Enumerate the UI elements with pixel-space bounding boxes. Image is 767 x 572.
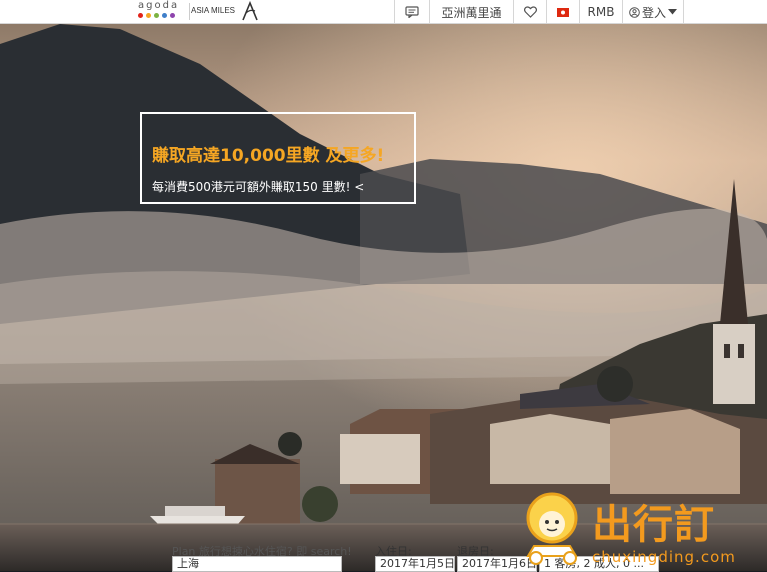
login-button[interactable]: 登入 — [622, 0, 684, 24]
agoda-logo-dots — [138, 13, 184, 18]
language-button[interactable] — [546, 0, 579, 24]
checkin-date-input[interactable]: 2017年1月5日 — [375, 556, 455, 572]
favorites-button[interactable] — [513, 0, 546, 24]
logo-divider — [189, 3, 190, 20]
mascot-logo-icon — [526, 492, 578, 565]
agoda-logo-text: agoda — [138, 0, 180, 11]
asia-miles-logo-icon — [242, 1, 258, 21]
messages-button[interactable] — [394, 0, 429, 24]
top-nav: 亞洲萬里通 RMB 登入 — [394, 0, 684, 24]
chevron-down-icon — [668, 9, 677, 15]
watermark: 出行訂 chuxingding.com — [520, 490, 767, 571]
login-label: 登入 — [641, 5, 666, 20]
watermark-url-text: chuxingding.com — [592, 548, 736, 566]
chat-icon — [405, 6, 419, 18]
promo-subtitle: 每消費500港元可額外賺取150 里數! < — [152, 180, 365, 194]
agoda-logo[interactable]: agoda — [138, 1, 184, 21]
promo-title: 賺取高達10,000里數 及更多! — [152, 146, 385, 166]
destination-input[interactable]: 上海 — [172, 556, 342, 572]
watermark-chinese-text: 出行訂 — [592, 502, 715, 548]
currency-button[interactable]: RMB — [579, 0, 622, 24]
user-icon — [629, 6, 640, 18]
heart-icon — [523, 6, 537, 18]
hero-background — [0, 24, 767, 571]
asia-miles-logo-text: ASIA MILES — [191, 6, 236, 15]
hong-kong-flag-icon — [557, 7, 569, 17]
top-bar: agoda ASIA MILES 亞洲萬里通 RMB 登入 — [0, 0, 767, 24]
promo-banner[interactable]: 賺取高達10,000里數 及更多! 每消費500港元可額外賺取150 里數! < — [140, 112, 416, 204]
asia-miles-link[interactable]: 亞洲萬里通 — [429, 0, 513, 24]
